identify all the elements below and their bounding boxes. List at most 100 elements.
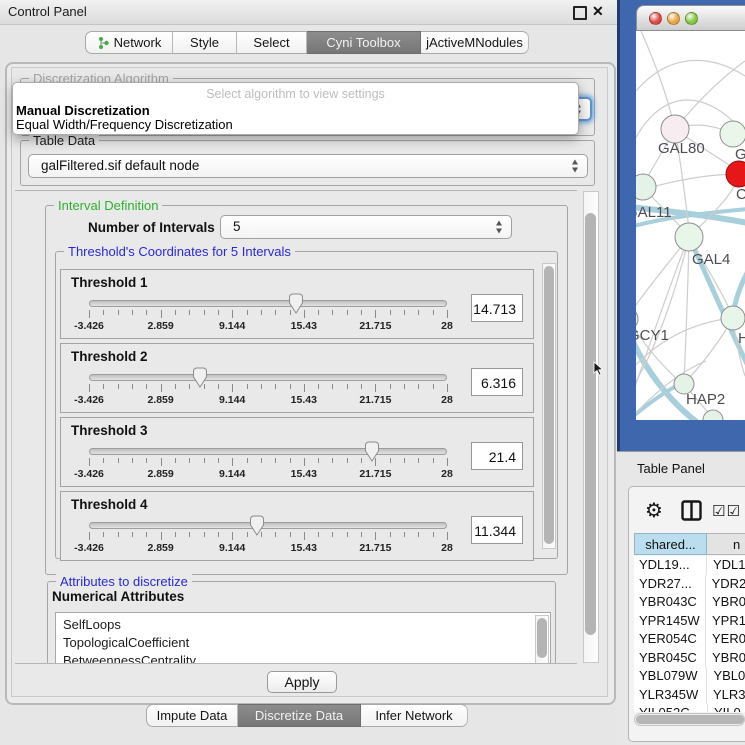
slider-track[interactable] [89, 374, 447, 381]
attribute-list-item[interactable]: TopologicalCoefficient [63, 635, 189, 650]
slider-thumb[interactable] [247, 515, 267, 536]
network-edge [644, 175, 737, 189]
close-icon[interactable]: ✕ [592, 3, 604, 20]
attributes-scrollbar-thumb[interactable] [537, 618, 547, 658]
table-hscrollbar-thumb[interactable] [636, 715, 744, 724]
table-cell[interactable]: YDL1 [706, 556, 745, 575]
network-node[interactable] [675, 223, 703, 251]
slider-tick-label: 28 [441, 542, 453, 554]
thresholds-scrollbar[interactable] [542, 263, 556, 549]
slider-track[interactable] [89, 300, 447, 307]
slider-thumb[interactable] [190, 367, 210, 388]
slider-track[interactable] [89, 522, 447, 529]
table-row[interactable]: YDL19...YDL1 [634, 556, 745, 575]
table-cell[interactable]: YBL079W [634, 667, 706, 686]
table-data-combobox[interactable]: galFiltered.sif default node [28, 154, 588, 178]
tab-style[interactable]: Style [173, 31, 237, 54]
float-window-icon[interactable] [573, 6, 587, 20]
algorithm-option[interactable]: Equal Width/Frequency Discretization [16, 117, 233, 132]
slider-tick-label: 15.43 [291, 468, 317, 480]
table-cell[interactable]: YLR3 [706, 686, 745, 705]
table-row[interactable]: YPR145WYPR1 [634, 612, 745, 631]
gear-icon[interactable]: ⚙ [645, 498, 663, 522]
threshold-value-field[interactable]: 6.316 [471, 368, 523, 396]
table-cell[interactable]: YER054C [634, 630, 705, 649]
network-edge [636, 237, 689, 391]
tab-network[interactable]: Network [85, 31, 173, 54]
slider-tick [175, 310, 176, 315]
settings-scrollbar-thumb[interactable] [585, 213, 596, 635]
table-cell[interactable]: YPR145W [634, 612, 705, 631]
tab-label: Network [114, 32, 162, 54]
network-node[interactable] [703, 410, 723, 420]
network-icon [97, 36, 110, 50]
threshold-label: Threshold 1 [71, 275, 148, 290]
attribute-list-item[interactable]: BetweennessCentrality [63, 653, 196, 664]
table-column-header-shared[interactable]: shared... [634, 533, 707, 555]
table-cell[interactable]: YBR0 [705, 593, 745, 612]
table-cell[interactable]: YLR345W [634, 686, 706, 705]
window-minimize-icon[interactable] [667, 12, 680, 25]
threshold-value-field[interactable]: 21.4 [471, 442, 523, 470]
slider-tick [418, 310, 419, 315]
numerical-attributes-list[interactable]: SelfLoops TopologicalCoefficient Betweenne… [55, 612, 551, 664]
tab-select[interactable]: Select [237, 31, 307, 54]
checkbox-icons[interactable]: ☑☑ [712, 502, 741, 520]
slider-thumb[interactable] [362, 441, 382, 462]
slider-tick-label: 28 [441, 394, 453, 406]
threshold-value-field[interactable]: 14.713 [471, 294, 523, 322]
settings-scrollbar[interactable] [583, 191, 599, 663]
table-cell[interactable]: YPR1 [705, 612, 745, 631]
table-column-header-name[interactable]: n [707, 533, 745, 555]
tab-impute-data[interactable]: Impute Data [146, 704, 238, 727]
network-node[interactable] [661, 115, 689, 143]
table-body[interactable]: YDL19...YDL1YDR27...YDR2YBR043CYBR0YPR14… [634, 556, 745, 712]
slider-tick [390, 532, 391, 537]
table-row[interactable]: YIL052CYIL0 [634, 704, 745, 712]
table-cell[interactable]: YBR0 [705, 649, 745, 668]
split-columns-icon[interactable] [681, 500, 702, 521]
table-row[interactable]: YLR345WYLR3 [634, 686, 745, 705]
table-row[interactable]: YBR043CYBR0 [634, 593, 745, 612]
tab-infer-network[interactable]: Infer Network [361, 704, 468, 727]
network-canvas[interactable]: GAL80GCGAL11GAL4GCY1HHAP2 [636, 31, 745, 420]
network-node[interactable] [636, 174, 656, 200]
algorithm-option[interactable]: Manual Discretization [16, 103, 150, 118]
table-cell[interactable]: YBR045C [634, 649, 705, 668]
network-window-titlebar[interactable] [636, 5, 745, 31]
tab-discretize-data[interactable]: Discretize Data [238, 704, 361, 727]
table-cell[interactable]: YIL0 [707, 704, 741, 712]
threshold-value-field[interactable]: 11.344 [471, 516, 523, 544]
network-edge [684, 237, 689, 381]
slider-tick [447, 532, 448, 540]
slider-tick [132, 384, 133, 389]
table-row[interactable]: YBR045CYBR0 [634, 649, 745, 668]
table-cell[interactable]: YDR27... [634, 575, 705, 594]
slider-track[interactable] [89, 448, 447, 455]
window-maximize-icon[interactable] [685, 12, 698, 25]
tab-jactivemnodules[interactable]: jActiveMNodules [421, 31, 529, 54]
slider-tick [146, 310, 147, 315]
table-cell[interactable]: YIL052C [634, 704, 707, 712]
tab-cyni-toolbox[interactable]: Cyni Toolbox [307, 31, 421, 54]
table-cell[interactable]: YER0 [705, 630, 745, 649]
attributes-scrollbar[interactable] [535, 615, 549, 664]
network-node-label: GAL11 [636, 204, 672, 221]
apply-button[interactable]: Apply [267, 671, 337, 693]
table-cell[interactable]: YDR2 [705, 575, 745, 594]
thresholds-scrollbar-thumb[interactable] [544, 266, 554, 544]
attribute-list-item[interactable]: SelfLoops [63, 617, 121, 632]
table-row[interactable]: YBL079WYBL0 [634, 667, 745, 686]
table-row[interactable]: YDR27...YDR2 [634, 575, 745, 594]
table-cell[interactable]: YBL0 [706, 667, 745, 686]
network-node[interactable] [720, 121, 745, 147]
table-cell[interactable]: YDL19... [634, 556, 706, 575]
table-hscrollbar[interactable] [634, 713, 745, 726]
network-node[interactable] [721, 306, 745, 330]
window-close-icon[interactable] [649, 12, 662, 25]
slider-tick [332, 458, 333, 463]
table-cell[interactable]: YBR043C [634, 593, 705, 612]
number-of-intervals-combobox[interactable]: 5 [220, 215, 512, 239]
table-row[interactable]: YER054CYER0 [634, 630, 745, 649]
slider-thumb[interactable] [286, 293, 306, 314]
